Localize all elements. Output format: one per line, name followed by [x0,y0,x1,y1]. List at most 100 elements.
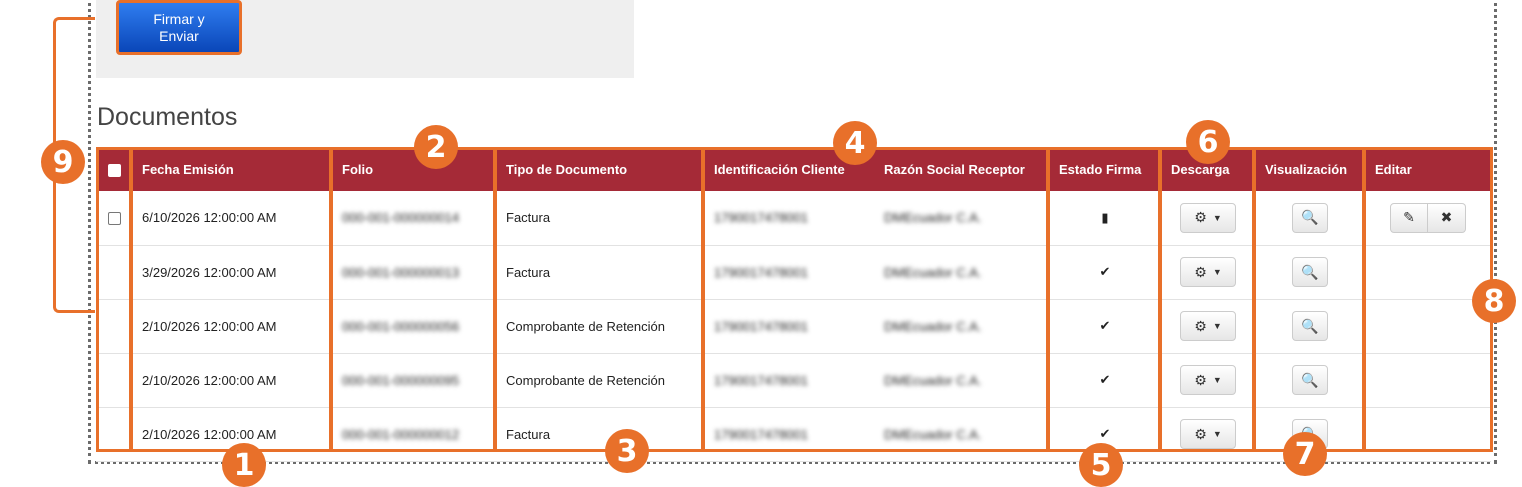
header-visualizacion: Visualización [1255,148,1365,191]
check-icon: ✔ [1099,318,1111,333]
file-icon: ▮ [1101,209,1109,225]
gear-icon: ⚙ [1194,371,1207,388]
table-row[interactable]: 2/10/2026 12:00:00 AM 000-001-000000012 … [96,407,1491,462]
cell-descarga: ⚙ ▼ [1161,191,1255,246]
cell-fecha: 2/10/2026 12:00:00 AM [132,353,332,408]
delete-icon: ✖ [1440,209,1453,226]
edit-button[interactable]: ✎ [1390,202,1428,233]
marker-1: 1 [222,443,266,487]
cell-descarga: ⚙ ▼ [1161,299,1255,354]
cell-tipo: Comprobante de Retención [496,353,704,408]
view-button[interactable]: 🔍 [1292,365,1328,395]
caret-down-icon: ▼ [1212,321,1222,331]
header-tipo-documento[interactable]: Tipo de Documento [496,148,704,191]
cell-id-cliente: 1790017478001 [704,353,874,408]
download-dropdown-button[interactable]: ⚙ ▼ [1180,419,1236,449]
marker-2: 2 [414,125,458,169]
table-row[interactable]: 6/10/2026 12:00:00 AM 000-001-000000014 … [96,191,1491,246]
gear-icon: ⚙ [1194,209,1207,226]
download-dropdown-button[interactable]: ⚙ ▼ [1180,365,1236,395]
cell-tipo: Factura [496,191,704,246]
cell-tipo: Comprobante de Retención [496,299,704,354]
sign-and-send-button[interactable]: Firmar y Enviar [116,0,242,55]
cell-editar [1365,353,1491,408]
cell-visualizacion: 🔍 [1255,299,1365,354]
marker-5: 5 [1079,443,1123,487]
zoom-icon: 🔍 [1301,317,1319,334]
cell-editar [1365,245,1491,300]
caret-down-icon: ▼ [1212,267,1222,277]
download-dropdown-button[interactable]: ⚙ ▼ [1180,202,1236,233]
cell-fecha: 3/29/2026 12:00:00 AM [132,245,332,300]
documents-table: Fecha Emisión Folio Tipo de Documento Id… [96,148,1491,462]
view-button[interactable]: 🔍 [1292,202,1328,233]
marker-4: 4 [833,121,877,165]
cell-editar [1365,407,1491,462]
header-fecha-emision[interactable]: Fecha Emisión [132,148,332,191]
marker-6: 6 [1186,120,1230,164]
header-editar: Editar [1365,148,1491,191]
row-select-cell [96,407,132,462]
download-dropdown-button[interactable]: ⚙ ▼ [1180,257,1236,287]
cell-folio: 000-001-000000012 [332,407,496,462]
cell-visualizacion: 🔍 [1255,353,1365,408]
header-folio[interactable]: Folio [332,148,496,191]
caret-down-icon: ▼ [1212,212,1222,223]
cell-visualizacion: 🔍 [1255,191,1365,246]
header-estado-firma[interactable]: Estado Firma [1049,148,1161,191]
marker-8: 8 [1472,279,1516,323]
cell-folio: 000-001-000000056 [332,299,496,354]
edit-icon: ✎ [1403,209,1415,226]
cell-folio: 000-001-000000013 [332,245,496,300]
row-select-cell [96,299,132,354]
marker-9: 9 [41,140,85,184]
cell-fecha: 6/10/2026 12:00:00 AM [132,191,332,246]
gear-icon: ⚙ [1194,263,1207,280]
caret-down-icon: ▼ [1212,375,1222,385]
header-razon-social[interactable]: Razón Social Receptor [874,148,1049,191]
cell-id-cliente: 1790017478001 [704,245,874,300]
table-row[interactable]: 2/10/2026 12:00:00 AM 000-001-000000095 … [96,353,1491,408]
row-select-cell [96,353,132,408]
cell-descarga: ⚙ ▼ [1161,407,1255,462]
view-button[interactable]: 🔍 [1292,257,1328,287]
cell-visualizacion: 🔍 [1255,245,1365,300]
cell-razon: DMEcuador C.A. [874,407,1049,462]
cell-id-cliente: 1790017478001 [704,191,874,246]
bracket-tip [87,310,95,313]
cell-estado: ✔ [1049,245,1161,300]
cell-razon: DMEcuador C.A. [874,191,1049,246]
check-icon: ✔ [1099,372,1111,387]
cell-id-cliente: 1790017478001 [704,299,874,354]
select-all-checkbox[interactable] [107,164,121,178]
row-select-cell[interactable] [96,191,132,246]
cell-tipo: Factura [496,407,704,462]
cell-folio: 000-001-000000095 [332,353,496,408]
table-row[interactable]: 3/29/2026 12:00:00 AM 000-001-000000013 … [96,245,1491,300]
zoom-icon: 🔍 [1301,263,1319,280]
cell-tipo: Factura [496,245,704,300]
cell-descarga: ⚙ ▼ [1161,245,1255,300]
bracket-tip [87,17,95,20]
cell-editar: ✎ ✖ [1365,191,1491,246]
gear-icon: ⚙ [1194,425,1207,442]
cell-razon: DMEcuador C.A. [874,299,1049,354]
cell-estado: ✔ [1049,299,1161,354]
table-header-row: Fecha Emisión Folio Tipo de Documento Id… [96,148,1491,191]
delete-button[interactable]: ✖ [1428,202,1466,233]
marker-3: 3 [605,429,649,473]
header-select-all[interactable] [96,148,132,191]
cell-razon: DMEcuador C.A. [874,353,1049,408]
edit-button-group: ✎ ✖ [1390,202,1466,233]
table-row[interactable]: 2/10/2026 12:00:00 AM 000-001-000000056 … [96,299,1491,354]
section-title: Documentos [97,103,238,131]
download-dropdown-button[interactable]: ⚙ ▼ [1180,311,1236,341]
gear-icon: ⚙ [1194,317,1207,334]
row-select-cell [96,245,132,300]
zoom-icon: 🔍 [1301,371,1319,388]
zoom-icon: 🔍 [1301,209,1319,226]
row-checkbox[interactable] [107,212,121,226]
cell-fecha: 2/10/2026 12:00:00 AM [132,299,332,354]
view-button[interactable]: 🔍 [1292,311,1328,341]
check-icon: ✔ [1099,264,1111,279]
